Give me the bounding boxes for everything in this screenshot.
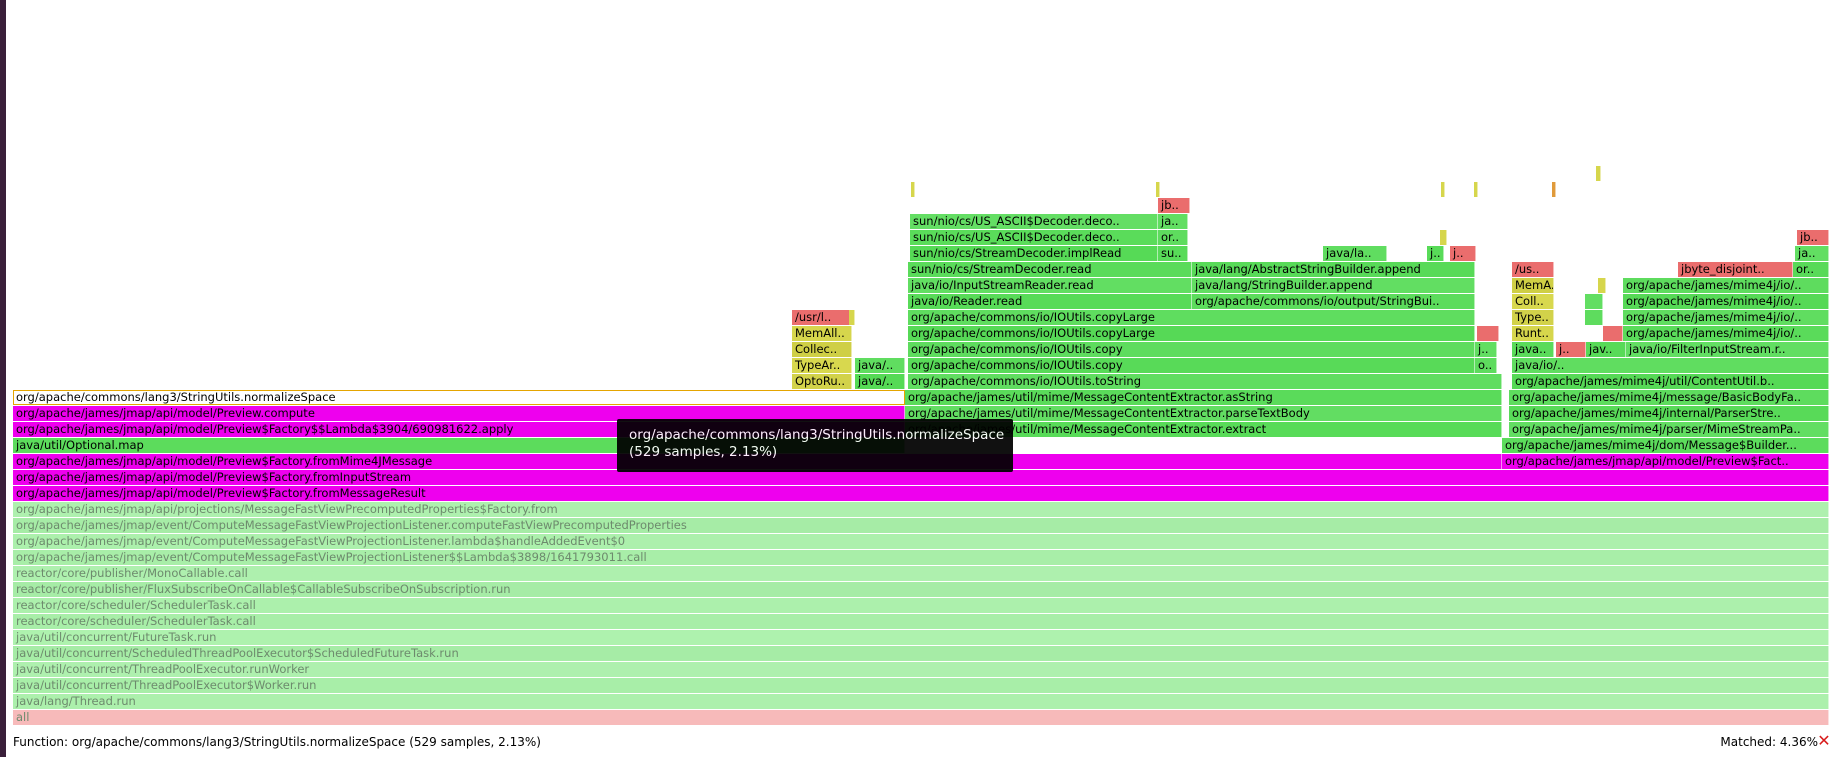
frame-unlabeled[interactable] xyxy=(1596,166,1601,181)
frame-org-apache-james-mime4j-io[interactable]: org/apache/james/mime4j/io/.. xyxy=(1623,278,1829,293)
frame-java-io-reader-read[interactable]: java/io/Reader.read xyxy=(908,294,1192,309)
frame-sun-nio-cs-streamdecoder-read[interactable]: sun/nio/cs/StreamDecoder.read xyxy=(908,262,1192,277)
flame-graph[interactable]: all java/lang/Thread.run java/util/concurr… xyxy=(0,0,1834,730)
frame-or[interactable]: or.. xyxy=(1793,262,1829,277)
frame-j[interactable]: j.. xyxy=(1450,246,1476,261)
frame-typear[interactable]: TypeAr.. xyxy=(792,358,852,373)
frame-org-apache-james-mime4j-dom-message-builder[interactable]: org/apache/james/mime4j/dom/Message$Buil… xyxy=(1502,438,1829,453)
frame-unlabeled[interactable] xyxy=(1602,278,1606,293)
frame-org-apache-james-jmap-api-model-preview-fact[interactable]: org/apache/james/jmap/api/model/Preview$… xyxy=(1502,454,1829,469)
frame-tooltip: org/apache/commons/lang3/StringUtils.nor… xyxy=(617,419,1013,472)
frame-unlabeled[interactable] xyxy=(1477,326,1499,341)
frame-sun-nio-cs-us-ascii-decoder-deco[interactable]: sun/nio/cs/US_ASCII$Decoder.deco.. xyxy=(910,214,1158,229)
frame-su[interactable]: su.. xyxy=(1158,246,1188,261)
frame-unlabeled[interactable] xyxy=(1585,310,1603,325)
frame-org-apache-james-jmap-event-computemessagefastvi[interactable]: org/apache/james/jmap/event/ComputeMessa… xyxy=(13,550,1829,565)
frame-memall[interactable]: MemAll.. xyxy=(792,326,852,341)
frame-org-apache-commons-io-output-stringbui[interactable]: org/apache/commons/io/output/StringBui.. xyxy=(1192,294,1475,309)
function-details: Function: org/apache/commons/lang3/Strin… xyxy=(13,735,541,749)
frame-java[interactable]: java.. xyxy=(1512,342,1554,357)
frame-org-apache-james-mime4j-io[interactable]: org/apache/james/mime4j/io/.. xyxy=(1623,326,1829,341)
close-icon[interactable]: ✕ xyxy=(1816,732,1832,750)
frame-org-apache-james-util-mime-messagecontentextract[interactable]: org/apache/james/util/mime/MessageConten… xyxy=(905,390,1502,405)
frame-java-lang-abstractstringbuilder-append[interactable]: java/lang/AbstractStringBuilder.append xyxy=(1192,262,1475,277)
frame-java-io[interactable]: java/io/.. xyxy=(1512,358,1829,373)
frame-unlabeled[interactable] xyxy=(1440,230,1447,245)
frame-ja[interactable]: ja.. xyxy=(1795,246,1829,261)
frame-org-apache-commons-io-ioutils-copylarge[interactable]: org/apache/commons/io/IOUtils.copyLarge xyxy=(908,326,1475,341)
frame-sun-nio-cs-us-ascii-decoder-deco[interactable]: sun/nio/cs/US_ASCII$Decoder.deco.. xyxy=(910,230,1158,245)
frame-reactor-core-publisher-fluxsubscribeoncallable-c[interactable]: reactor/core/publisher/FluxSubscribeOnCa… xyxy=(13,582,1829,597)
frame-org-apache-james-jmap-api-projections-messagefas[interactable]: org/apache/james/jmap/api/projections/Me… xyxy=(13,502,1829,517)
frame-org-apache-james-jmap-api-model-preview-factory-[interactable]: org/apache/james/jmap/api/model/Preview$… xyxy=(13,470,1829,485)
frame-java[interactable]: java/.. xyxy=(855,358,905,373)
tooltip-sample-info: (529 samples, 2.13%) xyxy=(629,444,778,460)
frame-all[interactable]: all xyxy=(13,710,1829,725)
frame-java-lang-thread-run[interactable]: java/lang/Thread.run xyxy=(13,694,1829,709)
frame-org-apache-commons-io-ioutils-tostring[interactable]: org/apache/commons/io/IOUtils.toString xyxy=(908,374,1502,389)
frame-java-util-concurrent-threadpoolexecutor-worker-r[interactable]: java/util/concurrent/ThreadPoolExecutor$… xyxy=(13,678,1829,693)
frame-unlabeled[interactable] xyxy=(1585,294,1603,309)
frame-unlabeled[interactable] xyxy=(1441,182,1445,197)
frame-org-apache-commons-io-ioutils-copy[interactable]: org/apache/commons/io/IOUtils.copy xyxy=(908,358,1475,373)
frame-org-apache-james-jmap-api-model-preview-factory-[interactable]: org/apache/james/jmap/api/model/Preview$… xyxy=(13,486,1829,501)
frame-j[interactable]: j.. xyxy=(1427,246,1444,261)
matched-percentage: Matched: 4.36% xyxy=(1720,735,1818,749)
frame-java-io-inputstreamreader-read[interactable]: java/io/InputStreamReader.read xyxy=(908,278,1192,293)
frame-reactor-core-scheduler-schedulertask-call[interactable]: reactor/core/scheduler/SchedulerTask.cal… xyxy=(13,614,1829,629)
frame-coll[interactable]: Coll.. xyxy=(1512,294,1554,309)
frame-optoru[interactable]: OptoRu.. xyxy=(792,374,852,389)
frame-org-apache-commons-lang3-stringutils-normalizesp[interactable]: org/apache/commons/lang3/StringUtils.nor… xyxy=(13,390,905,405)
frame-unlabeled[interactable] xyxy=(849,310,855,325)
frame-o[interactable]: o.. xyxy=(1475,358,1497,373)
frame-java-util-concurrent-scheduledthreadpoolexecutor[interactable]: java/util/concurrent/ScheduledThreadPool… xyxy=(13,646,1829,661)
frame-j[interactable]: j.. xyxy=(1556,342,1586,357)
frame-mema[interactable]: MemA.. xyxy=(1512,278,1554,293)
frame-org-apache-james-mime4j-internal-parserstre[interactable]: org/apache/james/mime4j/internal/ParserS… xyxy=(1509,406,1829,421)
frame-unlabeled[interactable] xyxy=(1552,182,1556,197)
frame-org-apache-james-mime4j-io[interactable]: org/apache/james/mime4j/io/.. xyxy=(1623,310,1829,325)
frame-java-io-filterinputstream-r[interactable]: java/io/FilterInputStream.r.. xyxy=(1626,342,1829,357)
frame-jbyte-disjoint[interactable]: jbyte_disjoint.. xyxy=(1678,262,1793,277)
frame-runt[interactable]: Runt.. xyxy=(1512,326,1554,341)
tooltip-function-name: org/apache/commons/lang3/StringUtils.nor… xyxy=(629,427,1005,443)
frame-unlabeled[interactable] xyxy=(1603,326,1623,341)
frame-unlabeled[interactable] xyxy=(911,182,915,197)
frame-us[interactable]: /us.. xyxy=(1512,262,1554,277)
frame-org-apache-commons-io-ioutils-copylarge[interactable]: org/apache/commons/io/IOUtils.copyLarge xyxy=(908,310,1475,325)
frame-j[interactable]: j.. xyxy=(1475,342,1497,357)
frame-org-apache-james-jmap-event-computemessagefastvi[interactable]: org/apache/james/jmap/event/ComputeMessa… xyxy=(13,518,1829,533)
frame-org-apache-james-mime4j-message-basicbodyfa[interactable]: org/apache/james/mime4j/message/BasicBod… xyxy=(1509,390,1829,405)
frame-or[interactable]: or.. xyxy=(1158,230,1188,245)
frame-java-util-concurrent-threadpoolexecutor-runworke[interactable]: java/util/concurrent/ThreadPoolExecutor.… xyxy=(13,662,1829,677)
status-footer: Function: org/apache/commons/lang3/Strin… xyxy=(0,729,1834,757)
frame-type[interactable]: Type.. xyxy=(1512,310,1554,325)
frame-usr-l[interactable]: /usr/l.. xyxy=(792,310,852,325)
frame-sun-nio-cs-streamdecoder-implread[interactable]: sun/nio/cs/StreamDecoder.implRead xyxy=(910,246,1158,261)
frame-collec[interactable]: Collec.. xyxy=(792,342,852,357)
frame-java-lang-stringbuilder-append[interactable]: java/lang/StringBuilder.append xyxy=(1192,278,1475,293)
frame-org-apache-james-mime4j-parser-mimestreampa[interactable]: org/apache/james/mime4j/parser/MimeStrea… xyxy=(1509,422,1829,437)
frame-org-apache-james-mime4j-io[interactable]: org/apache/james/mime4j/io/.. xyxy=(1623,294,1829,309)
frame-ja[interactable]: ja.. xyxy=(1158,214,1188,229)
frame-unlabeled[interactable] xyxy=(1156,182,1160,197)
frame-jb[interactable]: jb.. xyxy=(1158,198,1190,213)
frame-java-la[interactable]: java/la.. xyxy=(1323,246,1387,261)
frame-jav[interactable]: jav.. xyxy=(1586,342,1626,357)
frame-jb[interactable]: jb.. xyxy=(1797,230,1829,245)
frame-java-util-concurrent-futuretask-run[interactable]: java/util/concurrent/FutureTask.run xyxy=(13,630,1829,645)
frame-org-apache-james-jmap-event-computemessagefastvi[interactable]: org/apache/james/jmap/event/ComputeMessa… xyxy=(13,534,1829,549)
frame-unlabeled[interactable] xyxy=(1474,182,1478,197)
frame-org-apache-james-mime4j-util-contentutil-b[interactable]: org/apache/james/mime4j/util/ContentUtil… xyxy=(1512,374,1829,389)
frame-org-apache-commons-io-ioutils-copy[interactable]: org/apache/commons/io/IOUtils.copy xyxy=(908,342,1475,357)
frame-reactor-core-scheduler-schedulertask-call[interactable]: reactor/core/scheduler/SchedulerTask.cal… xyxy=(13,598,1829,613)
frame-java[interactable]: java/.. xyxy=(855,374,905,389)
frame-reactor-core-publisher-monocallable-call[interactable]: reactor/core/publisher/MonoCallable.call xyxy=(13,566,1829,581)
